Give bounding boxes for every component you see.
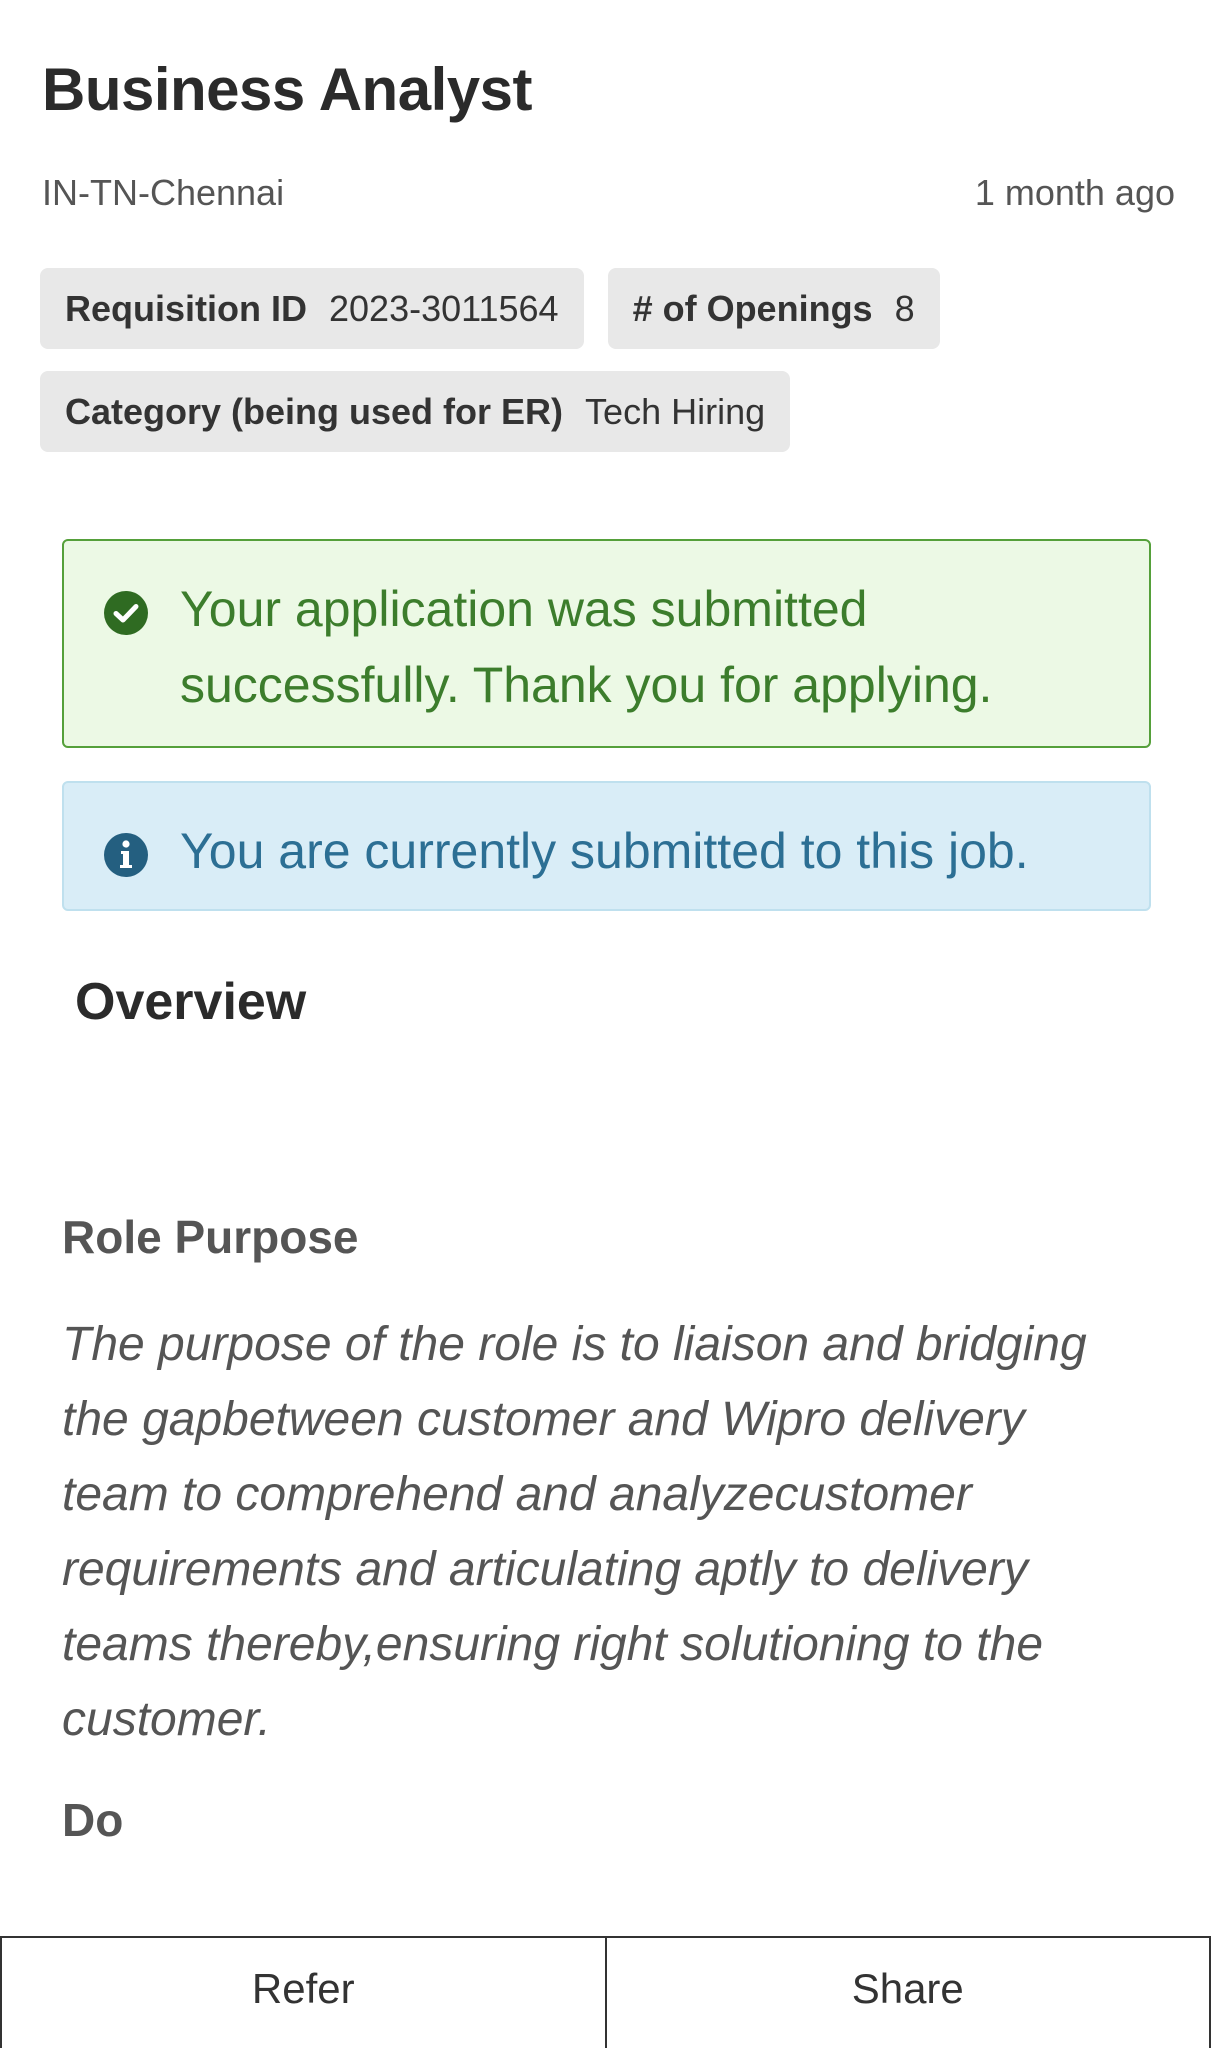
- info-message: You are currently submitted to this job.: [180, 823, 1029, 879]
- job-title: Business Analyst: [42, 56, 532, 123]
- refer-button[interactable]: Refer: [0, 1938, 607, 2048]
- openings-label: # of Openings: [632, 287, 873, 329]
- info-circle-icon: [104, 833, 148, 877]
- openings-pill: # of Openings 8: [607, 268, 940, 349]
- application-success-alert: Your application was submitted successfu…: [62, 539, 1151, 748]
- requisition-id-label: Requisition ID: [65, 287, 307, 329]
- job-location: IN-TN-Chennai: [42, 172, 285, 213]
- detail-pills-row-2: Category (being used for ER) Tech Hiring: [40, 371, 791, 452]
- check-circle-icon: [104, 591, 148, 635]
- category-label: Category (being used for ER): [65, 390, 564, 432]
- overview-heading: Overview: [75, 973, 307, 1031]
- job-detail-page: Business Analyst IN-TN-Chennai 1 month a…: [0, 0, 1211, 2048]
- success-message: Your application was submitted successfu…: [180, 581, 993, 713]
- requisition-id-value: 2023-3011564: [329, 287, 559, 329]
- submission-status-alert: You are currently submitted to this job.: [62, 781, 1151, 911]
- category-pill: Category (being used for ER) Tech Hiring: [40, 371, 791, 452]
- share-button[interactable]: Share: [606, 1938, 1211, 2048]
- job-posted-date: 1 month ago: [974, 172, 1175, 213]
- openings-value: 8: [894, 287, 915, 329]
- do-heading: Do: [62, 1794, 124, 1846]
- role-purpose-text: The purpose of the role is to liaison an…: [62, 1318, 1087, 1746]
- role-purpose-heading: Role Purpose: [62, 1211, 359, 1263]
- detail-pills-row-1: Requisition ID 2023-3011564 # of Opening…: [40, 268, 940, 349]
- category-value: Tech Hiring: [585, 390, 766, 432]
- requisition-id-pill: Requisition ID 2023-3011564: [40, 268, 584, 349]
- job-meta-row: IN-TN-Chennai 1 month ago: [42, 172, 1175, 214]
- bottom-action-bar: Refer Share: [0, 1936, 1211, 2048]
